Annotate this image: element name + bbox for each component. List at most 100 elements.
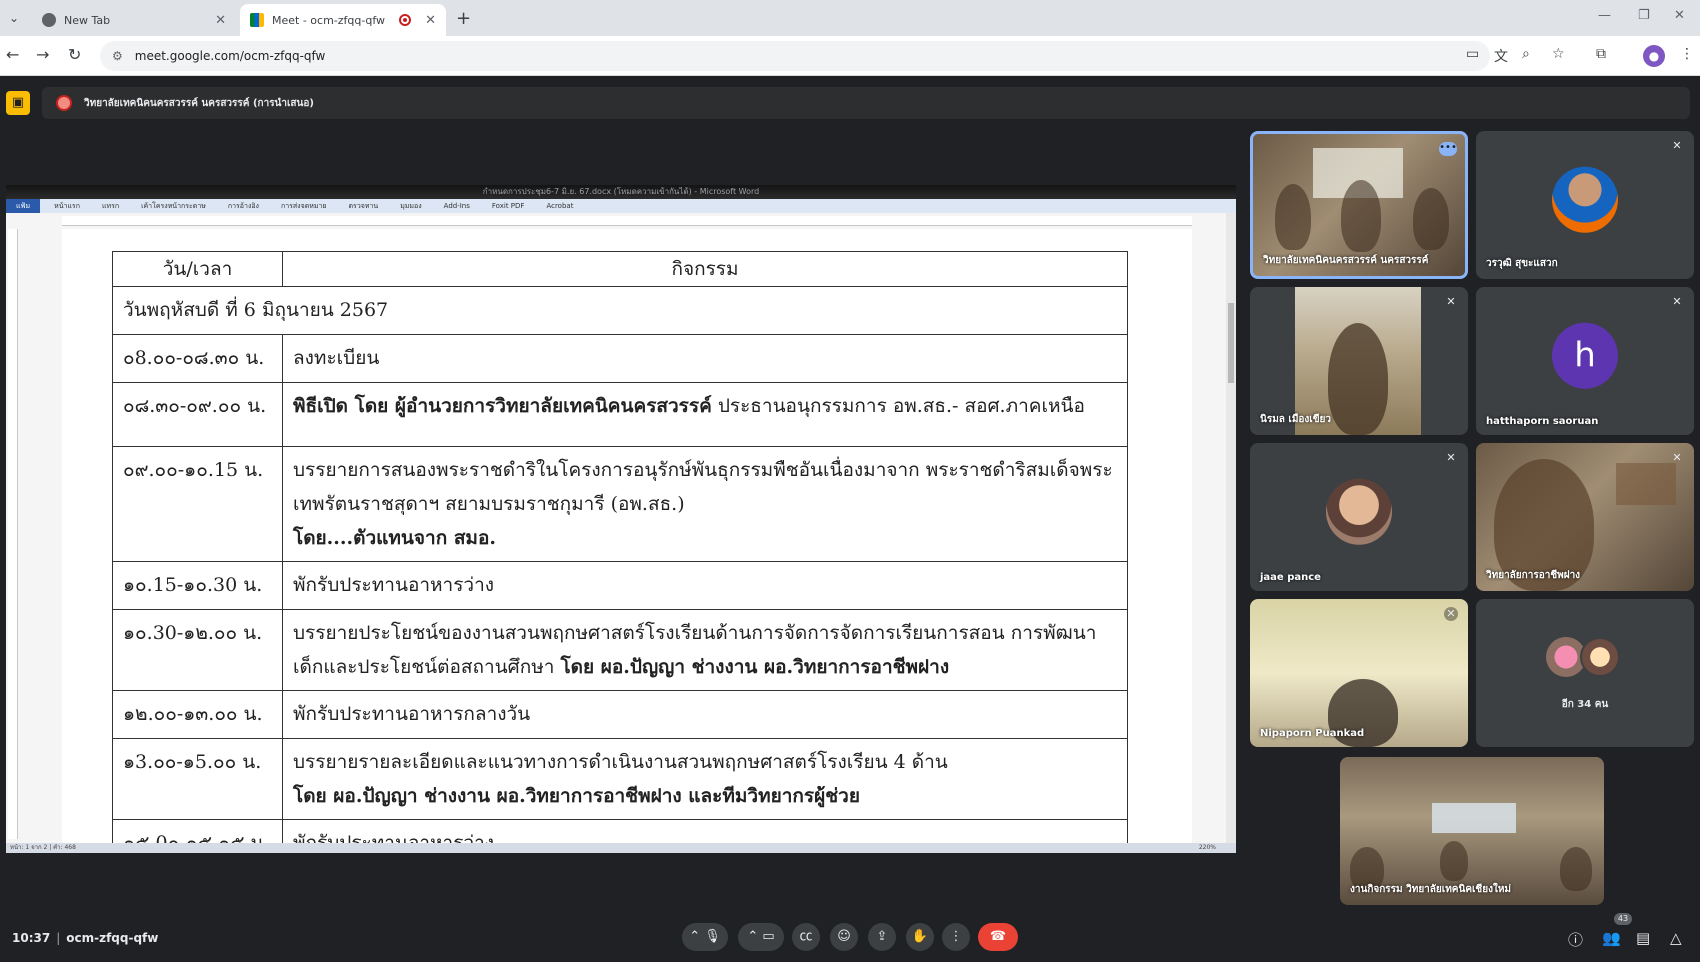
translate-icon[interactable]: 文 [1494, 46, 1508, 66]
participant-tile[interactable]: ✕ วรวุฒิ สุขะแสวก [1476, 131, 1694, 279]
present-icon: ⇪ [876, 929, 888, 944]
wall-frame [1616, 463, 1676, 505]
ribbon-tab: แฟ้ม [6, 199, 41, 213]
person [1560, 847, 1592, 891]
time-cell: ๐๙.๐๐-๑๐.15 น. [112, 446, 283, 562]
tab-new-tab[interactable]: New Tab ✕ [32, 4, 236, 36]
participant-tile[interactable]: ✕ นิรมล เมืองเขียว [1250, 287, 1468, 435]
word-ribbon: แฟ้ม หน้าแรก แทรก เค้าโครงหน้ากระดาษ การ… [6, 199, 1236, 213]
tab-meet[interactable]: Meet - ocm-zfqq-qfw ✕ [240, 4, 446, 36]
close-window-icon[interactable]: ✕ [1674, 8, 1685, 23]
extensions-icon[interactable]: ⧉ [1596, 46, 1606, 62]
raise-hand-button[interactable]: ✋ [906, 923, 934, 951]
banner-board [1432, 803, 1516, 833]
activity-text: ลงทะเบียน [293, 347, 380, 369]
activity-text: ประธานอนุกรรมการ อพ.สธ.- สอศ.ภาคเหนือ [711, 395, 1085, 417]
ribbon-tab: Foxit PDF [491, 202, 525, 210]
more-participants-tile[interactable]: อีก 34 คน [1476, 599, 1694, 747]
mic-off-icon: ✕ [1446, 295, 1456, 308]
activity-bold: โดย....ตัวแทนจาก สมอ. [293, 527, 496, 549]
table-header-row: วัน/เวลา กิจกรรม [112, 251, 1128, 287]
activity-bold: โดย ผอ.ปัญญา ช่างงาน ผอ.วิทยาการอาชีพฝาง… [293, 785, 860, 807]
mic-off-icon: ✕ [1672, 139, 1682, 152]
recording-icon [399, 14, 412, 26]
separator: | [56, 931, 61, 945]
participant-tile[interactable]: ✕ Nipaporn Puankad [1250, 599, 1468, 747]
info-icon[interactable]: ⓘ [1568, 929, 1583, 950]
minimize-icon[interactable]: — [1598, 8, 1611, 23]
close-icon[interactable]: ✕ [215, 13, 226, 28]
activity-text: พักรับประทานอาหารว่าง [293, 574, 495, 596]
ribbon-tab: ตรวจทาน [348, 201, 379, 210]
participant-tile[interactable]: ✕ h hatthaporn saoruan [1476, 287, 1694, 435]
day-row: วันพฤหัสบดี ที่ 6 มิถุนายน 2567 [112, 286, 1128, 335]
vertical-ruler [8, 229, 18, 839]
person [1413, 188, 1449, 250]
hand-icon: ✋ [911, 929, 929, 944]
presentation-icon[interactable]: ▣ [6, 91, 30, 115]
tab-search-dropdown[interactable]: ⌄ [4, 8, 24, 28]
present-button[interactable]: ⇪ [868, 923, 896, 951]
microphone-button[interactable]: ⌃ 🎙 [682, 923, 728, 951]
avatar [1552, 166, 1618, 233]
profile-avatar[interactable]: ● [1643, 45, 1665, 67]
camera-button[interactable]: ⌃ ▭ [738, 923, 784, 951]
table-row: ๑3.๐๐-๑5.๐๐ น. บรรยายรายละเอียดและแนวทาง… [112, 738, 1128, 820]
chevron-up-icon[interactable]: ⌃ [689, 929, 700, 944]
address-bar[interactable]: ⚙ meet.google.com/ocm-zfqq-qfw [100, 41, 1490, 71]
activity-cell: ลงทะเบียน [282, 334, 1128, 383]
activity-cell: พักรับประทานอาหารกลางวัน [282, 690, 1128, 739]
participant-tile[interactable]: ✕ jaae pance [1250, 443, 1468, 591]
more-options-icon[interactable]: ••• [1439, 142, 1457, 156]
page-word-count: หน้า: 1 จาก 2 | คำ: 468 [10, 844, 76, 851]
header-cell: กิจกรรม [282, 251, 1128, 287]
chat-icon[interactable]: ▤ [1636, 929, 1650, 947]
close-icon[interactable]: ✕ [425, 13, 436, 28]
activity-cell: บรรยายการสนองพระราชดำริในโครงการอนุรักษ์… [282, 446, 1128, 562]
time-cell: ๐๘.๓๐-๐๙.๐๐ น. [112, 382, 283, 447]
mic-off-icon: ✕ [1672, 451, 1682, 464]
menu-icon[interactable]: ⋮ [1680, 46, 1694, 62]
participant-name: hatthaporn saoruan [1486, 416, 1599, 427]
restore-icon[interactable]: ❐ [1638, 8, 1650, 23]
person [1328, 323, 1388, 435]
zoom-icon[interactable]: ⌕ [1522, 46, 1530, 62]
bookmark-star-icon[interactable]: ☆ [1552, 46, 1565, 62]
reload-icon[interactable]: ↻ [68, 45, 81, 64]
back-arrow-icon[interactable]: ← [6, 45, 19, 64]
presenter-avatar [56, 95, 72, 111]
leave-call-button[interactable]: ☎ [978, 923, 1018, 951]
time-cell: ๑3.๐๐-๑5.๐๐ น. [112, 738, 283, 820]
doc-scrollbar [1226, 213, 1236, 843]
avatar [1326, 478, 1392, 545]
new-tab-button[interactable]: + [456, 8, 471, 29]
camera-icon[interactable]: ▭ [1466, 46, 1479, 62]
participant-tile[interactable]: ✕ วิทยาลัยการอาชีพฝาง [1476, 443, 1694, 591]
participant-tile[interactable]: ••• วิทยาลัยเทคนิคนครสวรรค์ นครสวรรค์ [1250, 131, 1468, 279]
url-text: meet.google.com/ocm-zfqq-qfw [134, 49, 326, 63]
people-icon[interactable]: 👥 [1602, 929, 1621, 947]
activity-text: บรรยายรายละเอียดและแนวทางการดำเนินงานสวน… [293, 751, 948, 773]
mic-off-icon: ✕ [1444, 607, 1458, 621]
activity-cell: พักรับประทานอาหารว่าง [282, 561, 1128, 610]
participant-tile[interactable]: งานกิจกรรม วิทยาลัยเทคนิคเชียงใหม่ [1340, 757, 1604, 905]
zoom-level: 220% [1198, 844, 1216, 851]
captions-button[interactable]: ㏄ [792, 923, 820, 951]
word-status-bar: หน้า: 1 จาก 2 | คำ: 468 220% [6, 843, 1236, 853]
participant-name: วรวุฒิ สุขะแสวก [1486, 258, 1558, 269]
more-options-button[interactable]: ⋮ [942, 923, 970, 951]
meeting-info: 10:37 | ocm-zfqq-qfw [12, 931, 158, 945]
schedule-table: วัน/เวลา กิจกรรม วันพฤหัสบดี ที่ 6 มิถุน… [112, 251, 1128, 843]
activities-icon[interactable]: △ [1670, 929, 1682, 947]
reactions-button[interactable]: ☺ [830, 923, 858, 951]
activity-cell: บรรยายรายละเอียดและแนวทางการดำเนินงานสวน… [282, 738, 1128, 820]
bottom-bar: 10:37 | ocm-zfqq-qfw ⌃ 🎙 ⌃ ▭ ㏄ ☺ ⇪ ✋ ⋮ ☎ ⓘ… [0, 913, 1700, 962]
meet-stage: ▣ วิทยาลัยเทคนิคนครสวรรค์ นครสวรรค์ (การ… [0, 77, 1700, 962]
site-settings-icon[interactable]: ⚙ [112, 49, 123, 63]
time-cell: ๑๒.๐๐-๑๓.๐๐ น. [112, 690, 283, 739]
tab-strip: ⌄ New Tab ✕ Meet - ocm-zfqq-qfw ✕ + — ❐ … [0, 0, 1700, 36]
table-row: ๑๒.๐๐-๑๓.๐๐ น. พักรับประทานอาหารกลางวัน [112, 690, 1128, 739]
forward-arrow-icon[interactable]: → [36, 45, 49, 64]
presenter-banner: วิทยาลัยเทคนิคนครสวรรค์ นครสวรรค์ (การนำ… [42, 87, 1690, 119]
chevron-up-icon[interactable]: ⌃ [747, 929, 758, 944]
